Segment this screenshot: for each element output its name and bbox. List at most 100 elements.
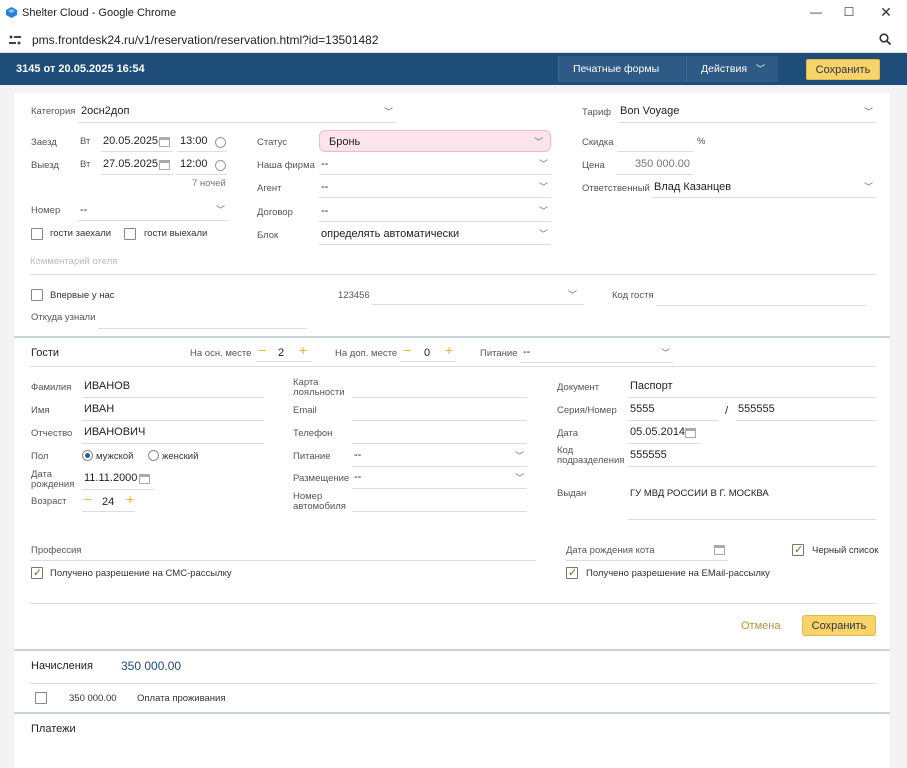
responsible-select[interactable]: Влад Казанцев ﹀ [652, 178, 876, 198]
category-label: Категория [31, 106, 76, 117]
age-plus-button[interactable]: + [126, 491, 134, 507]
contract-value: -- [321, 205, 329, 217]
url-text[interactable]: pms.frontdesk24.ru/v1/reservation/reserv… [32, 33, 379, 47]
gender-female-radio[interactable] [148, 450, 159, 461]
doc-date-value: 05.05.2014 [630, 426, 686, 438]
email-permission-checkbox[interactable] [566, 566, 578, 579]
discount-label: Скидка [582, 137, 614, 148]
main-place-plus-button[interactable]: + [299, 342, 307, 358]
agent-select[interactable]: -- ﹀ [319, 178, 551, 198]
checkout-time-field[interactable]: 12:00 [177, 155, 227, 175]
document-number-input[interactable]: 555555 [736, 400, 876, 421]
cat-birthday-input[interactable] [566, 560, 728, 561]
meal-select[interactable]: -- ﹀ [521, 343, 673, 363]
header-save-button[interactable]: Сохранить [806, 59, 880, 80]
birthdate-field[interactable]: 11.11.2000 [82, 469, 154, 490]
main-place-minus-button[interactable]: − [258, 342, 266, 358]
guests-checked-out-checkbox[interactable] [124, 228, 136, 240]
email-input[interactable] [352, 420, 527, 421]
browser-titlebar: Shelter Cloud - Google Chrome — ☐ ✕ [0, 0, 907, 26]
address-bar[interactable]: pms.frontdesk24.ru/v1/reservation/reserv… [0, 26, 907, 53]
chevron-down-icon: ﹀ [384, 107, 394, 117]
room-select[interactable]: -- ﹀ [78, 201, 228, 221]
calendar-icon[interactable] [714, 545, 725, 555]
contract-select[interactable]: -- ﹀ [319, 202, 551, 222]
loyalty-card-input[interactable] [352, 397, 527, 398]
nights-count: 7 ночей [192, 178, 226, 189]
minimize-button[interactable]: — [803, 2, 829, 22]
calendar-icon[interactable] [685, 428, 696, 438]
first-time-checkbox[interactable] [31, 289, 43, 301]
clock-icon[interactable] [215, 137, 226, 148]
site-info-icon[interactable] [9, 35, 21, 45]
zoom-icon[interactable] [879, 33, 891, 45]
division-code-input[interactable]: 555555 [628, 446, 876, 467]
tariff-select[interactable]: Bon Voyage ﹀ [618, 103, 876, 123]
guests-checked-in-checkbox[interactable] [31, 228, 43, 240]
charge-row-checkbox[interactable] [35, 692, 47, 704]
profession-input[interactable] [30, 560, 536, 561]
room-value: -- [80, 204, 88, 216]
car-number-input[interactable] [352, 511, 527, 512]
actions-menu[interactable]: Действия ﹀ [686, 56, 778, 82]
maximize-button[interactable]: ☐ [836, 2, 862, 22]
lastname-input[interactable]: ИВАНОВ [82, 377, 264, 398]
checkin-time-field[interactable]: 13:00 [177, 132, 227, 152]
firstname-input[interactable]: ИВАН [82, 400, 264, 421]
calendar-icon[interactable] [139, 474, 150, 484]
guest-save-button[interactable]: Сохранить [802, 615, 876, 636]
document-type-select[interactable]: Паспорт [628, 377, 876, 398]
close-button[interactable]: ✕ [873, 2, 899, 22]
extra-place-minus-button[interactable]: − [403, 342, 411, 358]
chevron-down-icon: ﹀ [216, 205, 226, 215]
category-select[interactable]: 2осн2доп ﹀ [78, 103, 396, 123]
loyalty-label-2: лояльности [293, 387, 345, 398]
gender-male-radio[interactable] [82, 450, 93, 461]
guest-code-input[interactable] [656, 305, 866, 306]
division-label-2: подразделения [557, 455, 625, 466]
room-label: Номер [31, 205, 61, 216]
source-input[interactable] [98, 328, 307, 329]
block-select[interactable]: определять автоматически ﹀ [319, 225, 551, 245]
chevron-down-icon: ﹀ [534, 137, 544, 147]
chevron-down-icon: ﹀ [539, 229, 549, 239]
print-forms-menu[interactable]: Печатные формы ﹀ [558, 56, 686, 100]
price-input[interactable]: 350 000.00 [617, 155, 693, 175]
document-series-input[interactable]: 5555 [628, 400, 718, 421]
hotel-comment-input[interactable]: Комментарий отеля [30, 253, 876, 275]
blacklist-checkbox[interactable] [792, 543, 804, 556]
middlename-input[interactable]: ИВАНОВИЧ [82, 423, 264, 444]
window-title: Shelter Cloud - Google Chrome [22, 7, 177, 19]
meal-value: -- [523, 346, 531, 358]
extra-place-plus-button[interactable]: + [445, 342, 453, 358]
tariff-value: Bon Voyage [620, 105, 680, 117]
firm-select[interactable]: -- ﹀ [319, 155, 551, 175]
status-select[interactable]: Бронь ﹀ [319, 130, 551, 152]
responsible-label: Ответственный [582, 183, 650, 194]
issued-by-input[interactable]: ГУ МВД РОССИИ В Г. МОСКВА [628, 484, 876, 520]
checkout-date-field[interactable]: 27.05.2025 [101, 155, 173, 175]
accommodation-select[interactable]: -- ﹀ [352, 468, 527, 489]
age-value: 24 [102, 496, 115, 508]
tariff-label: Тариф [582, 107, 612, 118]
age-minus-button[interactable]: − [84, 491, 92, 507]
discount-input[interactable] [617, 132, 693, 152]
contract-label: Договор [257, 207, 293, 218]
calendar-icon[interactable] [159, 160, 170, 170]
checkout-time: 12:00 [180, 158, 208, 170]
chevron-down-icon: ﹀ [755, 64, 765, 74]
guest-meal-select[interactable]: -- ﹀ [352, 446, 527, 467]
calendar-icon[interactable] [159, 137, 170, 147]
checkin-date-field[interactable]: 20.05.2025 [101, 132, 173, 152]
discount-unit: % [697, 136, 706, 147]
clock-icon[interactable] [215, 160, 226, 171]
sms-permission-checkbox[interactable] [31, 566, 43, 579]
print-forms-label: Печатные формы [573, 63, 660, 75]
sms-permission-label: Получено разрешение на СМС-рассылку [50, 568, 232, 579]
guest-search-select[interactable]: ﹀ [372, 285, 584, 305]
middlename-value: ИВАНОВИЧ [84, 426, 146, 438]
cancel-button[interactable]: Отмена [741, 620, 780, 632]
agent-value: -- [321, 181, 329, 193]
phone-input[interactable] [352, 443, 527, 444]
doc-date-field[interactable]: 05.05.2014 [628, 423, 700, 444]
